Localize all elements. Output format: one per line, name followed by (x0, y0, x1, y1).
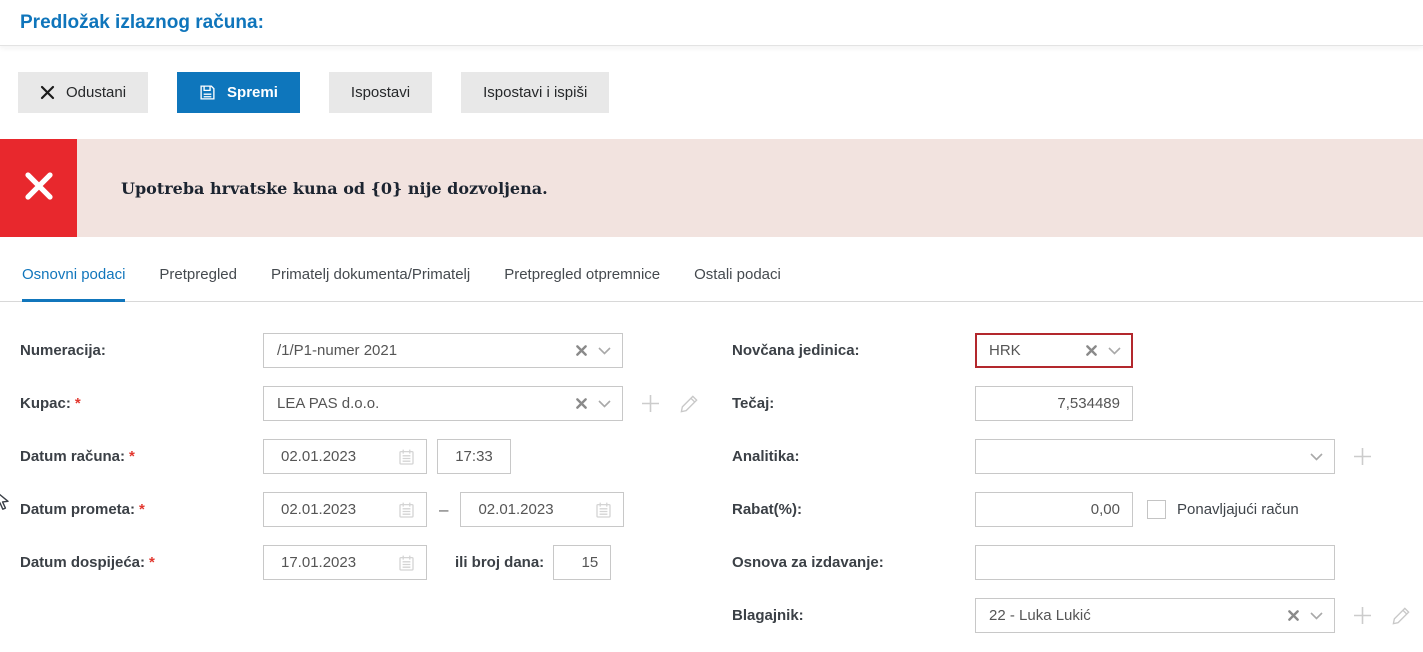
row-numeracija: Numeracija: /1/P1-numer 2021 (20, 333, 712, 368)
datum-dospijeca-date-input[interactable]: 17.01.2023 (263, 545, 427, 580)
required-asterisk: * (139, 501, 145, 518)
datum-dospijeca-date-value: 17.01.2023 (281, 554, 357, 571)
form-column-left: Numeracija: /1/P1-numer 2021 Kupac: * LEA… (20, 333, 712, 651)
required-asterisk: * (129, 448, 135, 465)
row-datum-dospijeca: Datum dospijeća: * 17.01.2023 ili broj da… (20, 545, 712, 580)
calendar-icon[interactable] (399, 449, 414, 465)
edit-cashier-pencil-icon[interactable] (1391, 605, 1412, 626)
form-basic-data: Numeracija: /1/P1-numer 2021 Kupac: * LEA… (0, 302, 1423, 651)
analitika-label: Analitika: (732, 448, 800, 465)
tab-primatelj-dokumenta[interactable]: Primatelj dokumenta/Primatelj (271, 266, 470, 301)
error-x-icon (21, 168, 57, 209)
row-analitika: Analitika: (732, 439, 1412, 474)
issuance-basis-input[interactable] (975, 545, 1335, 580)
currency-value: HRK (989, 342, 1021, 359)
numeracija-select[interactable]: /1/P1-numer 2021 (263, 333, 623, 368)
chevron-down-icon[interactable] (598, 399, 611, 408)
row-rabat: Rabat(%): Ponavljajući račun (732, 492, 1412, 527)
add-customer-plus-icon[interactable] (640, 393, 661, 414)
mouse-cursor-icon (0, 490, 11, 518)
toolbar: Odustani Spremi Ispostavi Ispostavi i is… (18, 72, 1403, 113)
datum-prometa-label: Datum prometa: * (20, 501, 145, 518)
datum-prometa-from-input[interactable]: 02.01.2023 (263, 492, 427, 527)
tab-pretpregled-otpremnice[interactable]: Pretpregled otpremnice (504, 266, 660, 301)
row-datum-prometa: Datum prometa: * 02.01.2023 – 02.01.2023 (20, 492, 712, 527)
datum-prometa-to-value: 02.01.2023 (478, 501, 554, 518)
datum-racuna-date-value: 02.01.2023 (281, 448, 357, 465)
add-cashier-plus-icon[interactable] (1352, 605, 1373, 626)
issue-button-label: Ispostavi (350, 84, 411, 101)
clear-icon[interactable] (1086, 345, 1097, 356)
chevron-down-icon[interactable] (1108, 346, 1121, 355)
tab-pretpregled[interactable]: Pretpregled (159, 266, 237, 301)
rabat-label: Rabat(%): (732, 501, 802, 518)
days-count-input[interactable] (553, 545, 612, 580)
required-asterisk: * (149, 554, 155, 571)
datum-prometa-to-input[interactable]: 02.01.2023 (460, 492, 625, 527)
close-icon (40, 85, 55, 100)
row-osnova: Osnova za izdavanje: (732, 545, 1412, 580)
clear-icon[interactable] (576, 345, 587, 356)
page-header: Predložak izlaznog računa: (0, 0, 1423, 46)
cashier-select[interactable]: 22 - Luka Lukić (975, 598, 1335, 633)
novcana-jedinica-label: Novčana jedinica: (732, 342, 860, 359)
chevron-down-icon[interactable] (1310, 452, 1323, 461)
recurring-invoice-label: Ponavljajući račun (1177, 501, 1299, 518)
tecaj-label: Tečaj: (732, 395, 775, 412)
error-alert: Upotreba hrvatske kuna od {0} nije dozvo… (0, 139, 1423, 237)
add-analitika-plus-icon[interactable] (1352, 446, 1373, 467)
save-icon (199, 84, 216, 101)
cancel-button-label: Odustani (66, 84, 127, 101)
calendar-icon[interactable] (399, 555, 414, 571)
kupac-value: LEA PAS d.o.o. (277, 395, 380, 412)
numeracija-value: /1/P1-numer 2021 (277, 342, 398, 359)
datum-dospijeca-label: Datum dospijeća: * (20, 554, 155, 571)
osnova-label: Osnova za izdavanje: (732, 554, 884, 571)
error-icon-box (0, 139, 77, 237)
page-title: Predložak izlaznog računa: (20, 11, 264, 33)
issue-and-print-button-label: Ispostavi i ispiši (483, 84, 588, 101)
form-column-right: Novčana jedinica: HRK Tečaj: Analitika: (732, 333, 1412, 651)
clear-icon[interactable] (576, 398, 587, 409)
datum-racuna-time-input[interactable] (437, 439, 511, 474)
calendar-icon[interactable] (399, 502, 414, 518)
save-button-label: Spremi (227, 84, 278, 101)
exchange-rate-input[interactable] (975, 386, 1133, 421)
datum-prometa-from-value: 02.01.2023 (281, 501, 357, 518)
tab-osnovni-podaci[interactable]: Osnovni podaci (22, 266, 126, 302)
date-range-separator: – (439, 499, 449, 519)
row-datum-racuna: Datum računa: * 02.01.2023 (20, 439, 712, 474)
datum-racuna-date-input[interactable]: 02.01.2023 (263, 439, 427, 474)
kupac-select[interactable]: LEA PAS d.o.o. (263, 386, 623, 421)
issue-and-print-button[interactable]: Ispostavi i ispiši (461, 72, 610, 113)
row-blagajnik: Blagajnik: 22 - Luka Lukić (732, 598, 1412, 633)
chevron-down-icon[interactable] (598, 346, 611, 355)
row-novcana-jedinica: Novčana jedinica: HRK (732, 333, 1412, 368)
row-tecaj: Tečaj: (732, 386, 1412, 421)
issue-button[interactable]: Ispostavi (328, 72, 433, 113)
tab-bar: Osnovni podaci Pretpregled Primatelj dok… (0, 266, 1423, 302)
currency-select[interactable]: HRK (975, 333, 1133, 368)
row-kupac: Kupac: * LEA PAS d.o.o. (20, 386, 712, 421)
numeracija-label: Numeracija: (20, 342, 106, 359)
analitika-select[interactable] (975, 439, 1335, 474)
datum-racuna-label: Datum računa: * (20, 448, 135, 465)
save-button[interactable]: Spremi (177, 72, 300, 113)
cancel-button[interactable]: Odustani (18, 72, 149, 113)
clear-icon[interactable] (1288, 610, 1299, 621)
cashier-value: 22 - Luka Lukić (989, 607, 1091, 624)
days-count-label: ili broj dana: (455, 554, 545, 571)
blagajnik-label: Blagajnik: (732, 607, 804, 624)
error-message: Upotreba hrvatske kuna od {0} nije dozvo… (77, 139, 1423, 237)
tab-ostali-podaci[interactable]: Ostali podaci (694, 266, 781, 301)
calendar-icon[interactable] (596, 502, 612, 518)
chevron-down-icon[interactable] (1310, 611, 1323, 620)
recurring-invoice-checkbox[interactable] (1147, 500, 1166, 519)
edit-customer-pencil-icon[interactable] (679, 393, 700, 414)
discount-input[interactable] (975, 492, 1133, 527)
required-asterisk: * (74, 395, 81, 412)
kupac-label: Kupac: * (20, 395, 81, 412)
